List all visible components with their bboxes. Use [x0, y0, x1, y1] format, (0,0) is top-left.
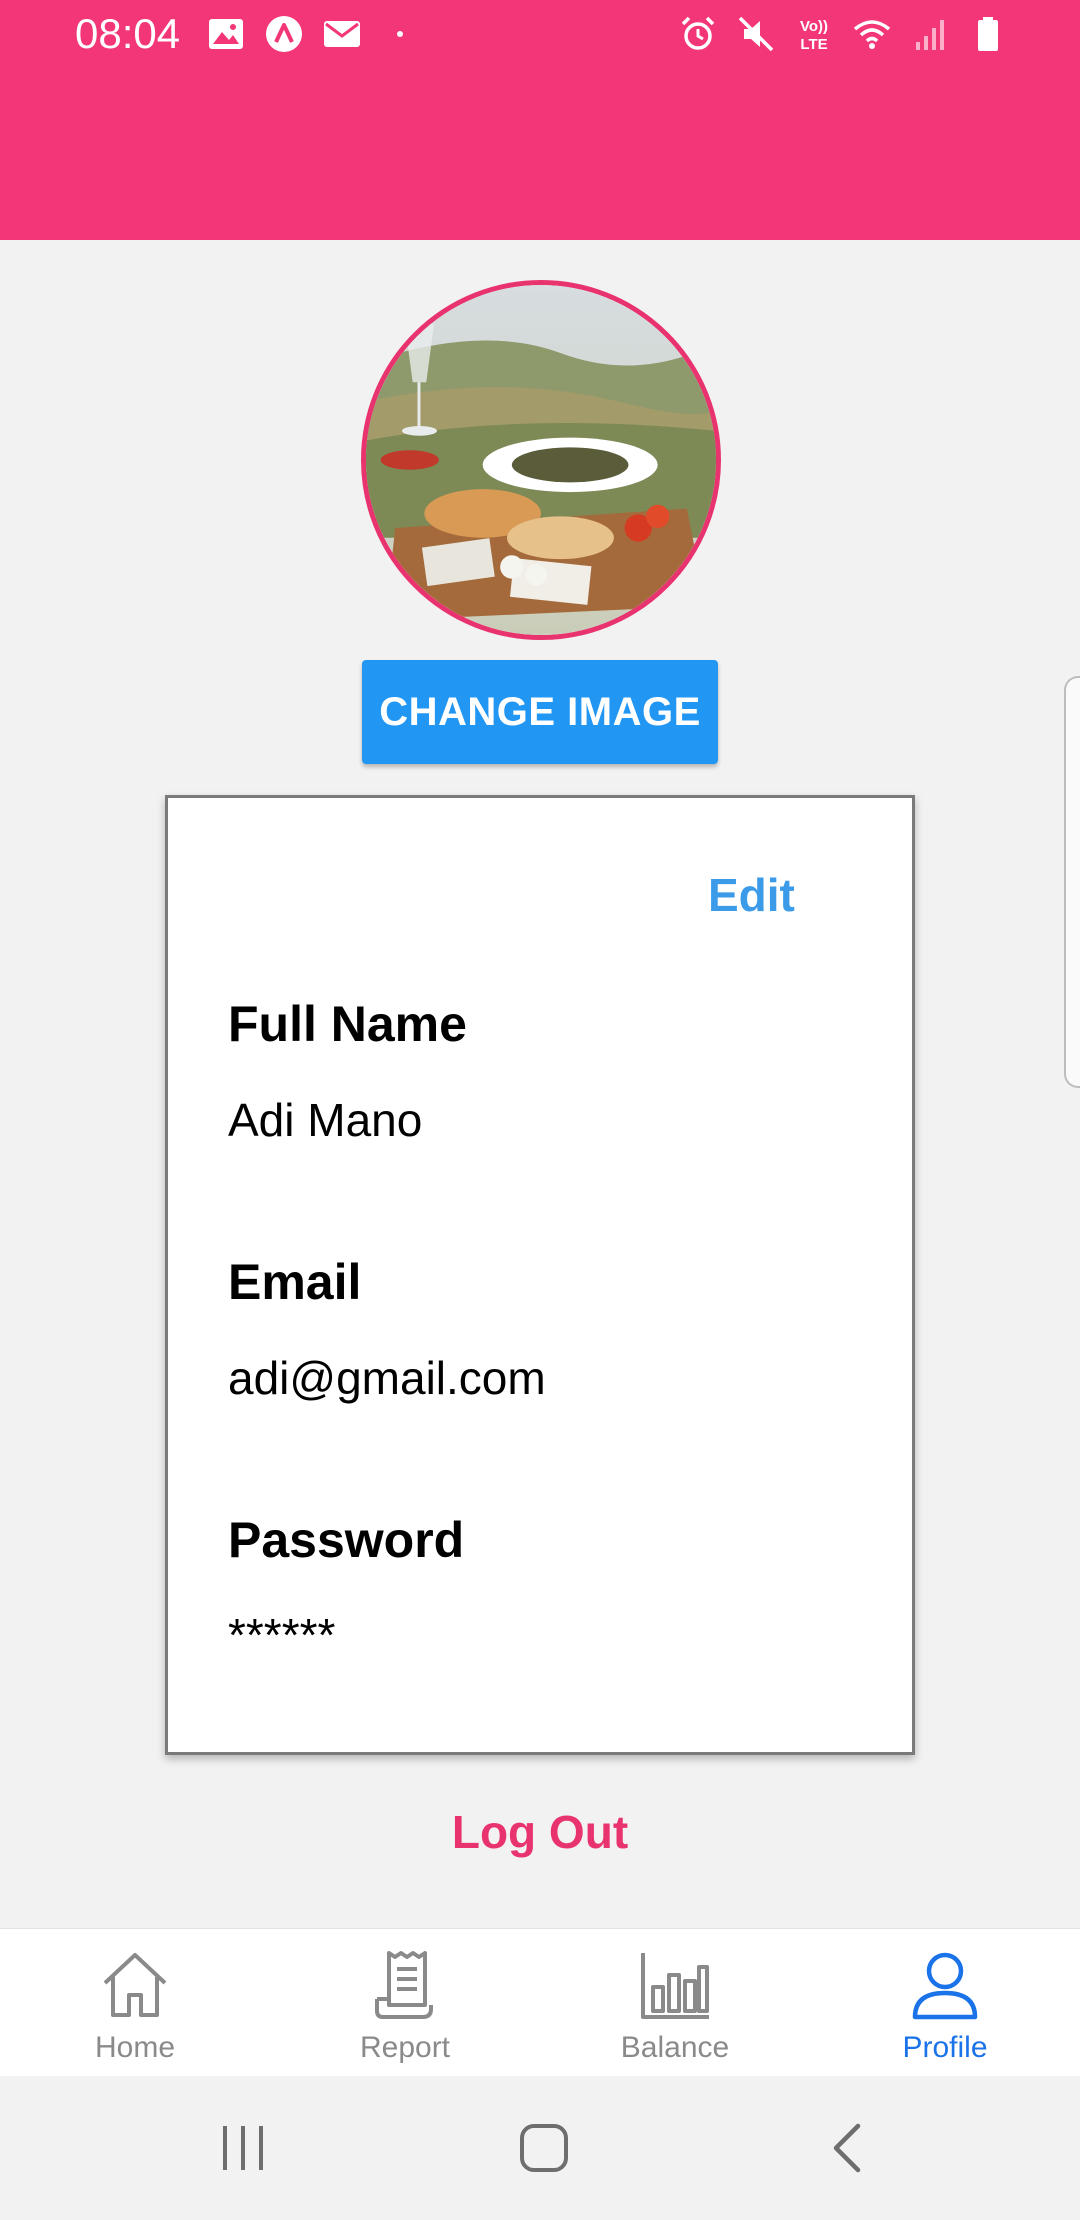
signal-icon — [916, 20, 944, 50]
full-name-label: Full Name — [228, 996, 467, 1052]
wifi-icon — [853, 20, 891, 49]
logout-button[interactable]: Log Out — [0, 1805, 1080, 1859]
status-time: 08:04 — [75, 10, 181, 57]
tab-home-label: Home — [94, 2031, 176, 2064]
mail-icon — [324, 21, 360, 47]
svg-text:LTE: LTE — [800, 36, 827, 53]
status-bar: 08:04 Vo)) LTE — [0, 0, 1080, 72]
dot-icon — [397, 31, 403, 37]
alarm-icon — [681, 16, 715, 50]
system-navigation-bar — [0, 2076, 1080, 2220]
receipt-icon — [375, 1951, 433, 2019]
recents-icon[interactable] — [213, 2118, 273, 2178]
password-label: Password — [228, 1512, 465, 1568]
logout-label[interactable]: Log Out — [452, 1806, 628, 1858]
mute-icon — [738, 16, 774, 52]
system-status-icons: Vo)) LTE — [678, 14, 1008, 54]
edit-button[interactable]: Edit — [708, 868, 795, 922]
profile-photo — [366, 285, 716, 635]
bar-chart-icon — [641, 1953, 709, 2019]
app-header: 08:04 Vo)) LTE — [0, 0, 1080, 240]
user-icon — [912, 1952, 978, 2020]
tab-report[interactable]: Report — [270, 1929, 540, 2076]
tab-report-label: Report — [359, 2031, 451, 2064]
full-name-value: Adi Mano — [228, 1094, 423, 1146]
image-icon — [209, 19, 243, 49]
battery-icon — [978, 17, 998, 51]
home-button-icon[interactable] — [514, 2118, 574, 2178]
tab-profile-label: Profile — [902, 2031, 988, 2064]
notification-icons — [206, 14, 420, 54]
edge-panel-handle[interactable] — [1064, 676, 1080, 1088]
change-image-button[interactable]: CHANGE IMAGE — [362, 660, 718, 764]
tab-balance[interactable]: Balance — [540, 1929, 810, 2076]
volte-icon: Vo)) LTE — [800, 18, 828, 53]
tab-profile[interactable]: Profile — [810, 1929, 1080, 2076]
home-icon — [103, 1953, 167, 2017]
app-a-icon — [266, 16, 302, 52]
bottom-navigation: Home Report Balance Profile — [0, 1928, 1080, 2076]
email-label: Email — [228, 1254, 362, 1310]
password-value: ****** — [228, 1609, 336, 1661]
profile-avatar — [361, 280, 721, 640]
profile-card: Edit Full Name Adi Mano Email adi@gmail.… — [165, 795, 915, 1755]
tab-home[interactable]: Home — [0, 1929, 270, 2076]
svg-text:Vo)): Vo)) — [800, 18, 828, 35]
email-value: adi@gmail.com — [228, 1352, 546, 1404]
tab-balance-label: Balance — [620, 2031, 730, 2064]
back-icon[interactable] — [818, 2118, 878, 2178]
